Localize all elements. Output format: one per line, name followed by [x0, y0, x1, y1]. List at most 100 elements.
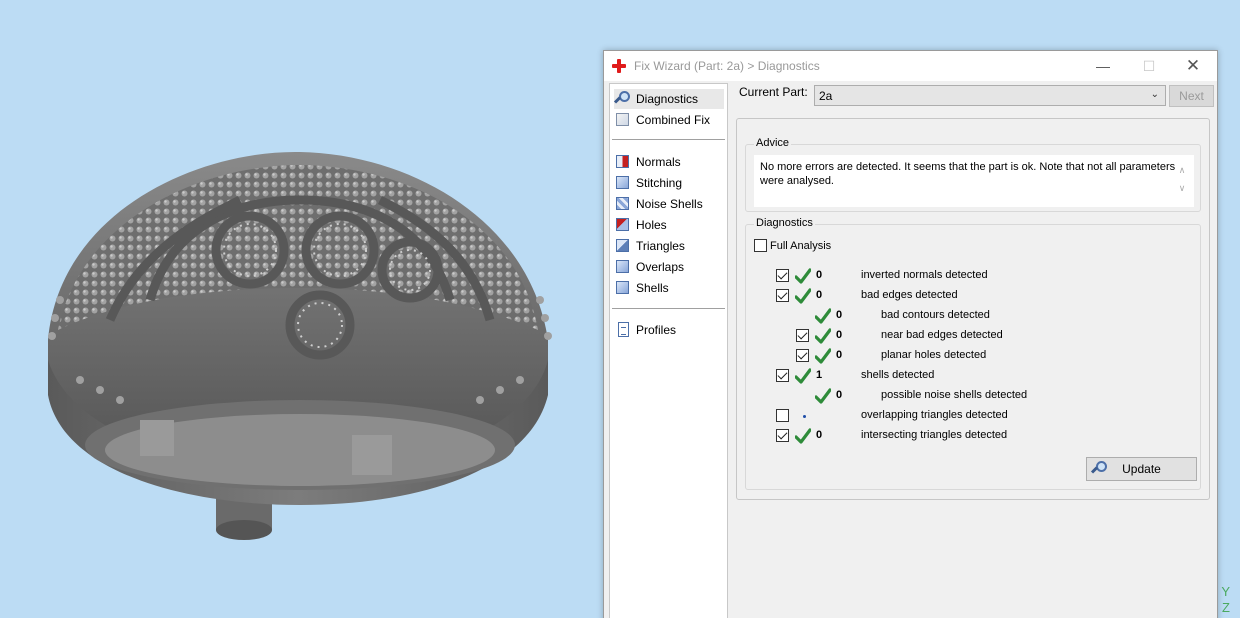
diagnostic-label: near bad edges detected — [881, 329, 1003, 341]
diagnostic-checkbox[interactable] — [796, 349, 809, 362]
minimize-button[interactable]: — — [1081, 51, 1125, 81]
nav-item-label: Overlaps — [636, 260, 685, 274]
shells-cube-icon — [614, 279, 632, 297]
overlaps-cube-icon — [614, 258, 632, 276]
status-dot-icon — [803, 415, 806, 418]
nav-item-stitching[interactable]: Stitching — [614, 173, 724, 193]
chevron-down-icon: ⌄ — [1150, 89, 1159, 100]
green-check-icon — [795, 288, 811, 304]
diagnostic-count: 0 — [816, 429, 823, 441]
green-check-icon — [815, 348, 831, 364]
advice-text-box: No more errors are detected. It seems th… — [754, 155, 1194, 207]
scroll-down-icon: ∨ — [1178, 183, 1186, 193]
diagnostic-label: shells detected — [861, 369, 935, 381]
nav-item-shells[interactable]: Shells — [614, 278, 724, 298]
scroll-up-icon: ∧ — [1178, 165, 1186, 175]
nav-item-label: Noise Shells — [636, 197, 703, 211]
diagnostic-row: 0 near bad edges detected — [746, 327, 1186, 345]
current-part-label: Current Part: — [739, 85, 808, 99]
diagnostic-row: 0 possible noise shells detected — [746, 387, 1186, 405]
nav-item-label: Stitching — [636, 176, 683, 190]
next-button[interactable]: Next — [1169, 85, 1214, 107]
stitching-cube-icon — [614, 174, 632, 192]
nav-item-label: Triangles — [636, 239, 685, 253]
diagnostic-row: 1 shells detected — [746, 367, 1186, 385]
nav-item-overlaps[interactable]: Overlaps — [614, 257, 724, 277]
diagnostic-count: 0 — [816, 289, 823, 301]
update-label: Update — [1122, 462, 1161, 476]
nav-divider — [612, 139, 725, 140]
axis-z-label: Z — [1222, 600, 1230, 615]
fix-wizard-window: Fix Wizard (Part: 2a) > Diagnostics — ☐ … — [603, 50, 1218, 618]
nav-item-label: Normals — [636, 155, 681, 169]
diagnostic-count: 0 — [836, 329, 843, 341]
diagnostic-label: bad contours detected — [881, 309, 990, 321]
diagnostic-label: possible noise shells detected — [881, 389, 1028, 401]
full-analysis-checkbox[interactable] — [754, 239, 767, 252]
close-button[interactable]: ✕ — [1171, 51, 1215, 81]
normals-cube-icon — [614, 153, 632, 171]
cube-icon — [614, 111, 632, 129]
diagnostic-count: 0 — [836, 389, 843, 401]
full-analysis-option[interactable]: Full Analysis — [754, 239, 831, 252]
nav-item-noise-shells[interactable]: Noise Shells — [614, 194, 724, 214]
green-check-icon — [795, 368, 811, 384]
holes-cube-icon — [614, 216, 632, 234]
diagnostic-checkbox[interactable] — [776, 269, 789, 282]
diagnostic-row: overlapping triangles detected — [746, 407, 1186, 425]
diagnostic-count: 0 — [816, 269, 823, 281]
triangles-cube-icon — [614, 237, 632, 255]
diagnostic-label: overlapping triangles detected — [861, 409, 1008, 421]
diagnostic-row: 0 bad edges detected — [746, 287, 1186, 305]
window-title: Fix Wizard (Part: 2a) > Diagnostics — [634, 59, 820, 73]
nav-item-profiles[interactable]: Profiles — [614, 320, 724, 340]
nav-item-label: Combined Fix — [636, 113, 711, 127]
diagnostic-row: 0 intersecting triangles detected — [746, 427, 1186, 445]
document-icon — [614, 321, 632, 339]
noise-shells-icon — [614, 195, 632, 213]
app-cross-icon — [612, 59, 626, 73]
axis-triad: Y Z — [1221, 584, 1230, 616]
nav-item-normals[interactable]: Normals — [614, 152, 724, 172]
diagnostic-checkbox[interactable] — [796, 329, 809, 342]
diagnostic-checkbox[interactable] — [776, 369, 789, 382]
wizard-nav: Diagnostics Combined Fix Normals Stitchi… — [609, 83, 728, 618]
diagnostic-count: 1 — [816, 369, 823, 381]
advice-title: Advice — [754, 137, 792, 149]
green-check-icon — [795, 428, 811, 444]
nav-item-label: Profiles — [636, 323, 677, 337]
nav-item-label: Holes — [636, 218, 667, 232]
diagnostic-label: intersecting triangles detected — [861, 429, 1008, 441]
nav-item-diagnostics[interactable]: Diagnostics — [613, 89, 724, 109]
diagnostic-checkbox[interactable] — [776, 289, 789, 302]
green-check-icon — [815, 308, 831, 324]
nav-item-label: Diagnostics — [636, 92, 699, 106]
axis-y-label: Y — [1221, 584, 1230, 599]
title-bar[interactable]: Fix Wizard (Part: 2a) > Diagnostics — ☐ … — [604, 51, 1217, 81]
update-button[interactable]: Update — [1086, 457, 1197, 481]
current-part-select[interactable]: 2a ⌄ — [814, 85, 1166, 106]
ring-model — [48, 151, 552, 540]
nav-item-holes[interactable]: Holes — [614, 215, 724, 235]
diagnostic-label: planar holes detected — [881, 349, 987, 361]
diagnostic-checkbox[interactable] — [776, 429, 789, 442]
green-check-icon — [815, 328, 831, 344]
diagnostic-checkbox[interactable] — [776, 409, 789, 422]
diagnostics-title: Diagnostics — [754, 217, 815, 229]
advice-scrollbar[interactable]: ∧ ∨ — [1176, 161, 1188, 203]
diagnostic-count: 0 — [836, 309, 843, 321]
magnifier-icon — [613, 90, 632, 108]
nav-item-combined-fix[interactable]: Combined Fix — [614, 110, 724, 130]
diagnostic-row: 0 inverted normals detected — [746, 267, 1186, 285]
nav-item-label: Shells — [636, 281, 669, 295]
maximize-button[interactable]: ☐ — [1127, 51, 1171, 81]
nav-item-triangles[interactable]: Triangles — [614, 236, 724, 256]
diagnostic-row: 0 bad contours detected — [746, 307, 1186, 325]
nav-divider — [612, 308, 725, 309]
diagnostic-label: bad edges detected — [861, 289, 958, 301]
green-check-icon — [815, 388, 831, 404]
diagnostic-row: 0 planar holes detected — [746, 347, 1186, 365]
advice-group: Advice No more errors are detected. It s… — [745, 137, 1201, 212]
current-part-value: 2a — [819, 88, 833, 103]
advice-text: No more errors are detected. It seems th… — [760, 161, 1176, 187]
